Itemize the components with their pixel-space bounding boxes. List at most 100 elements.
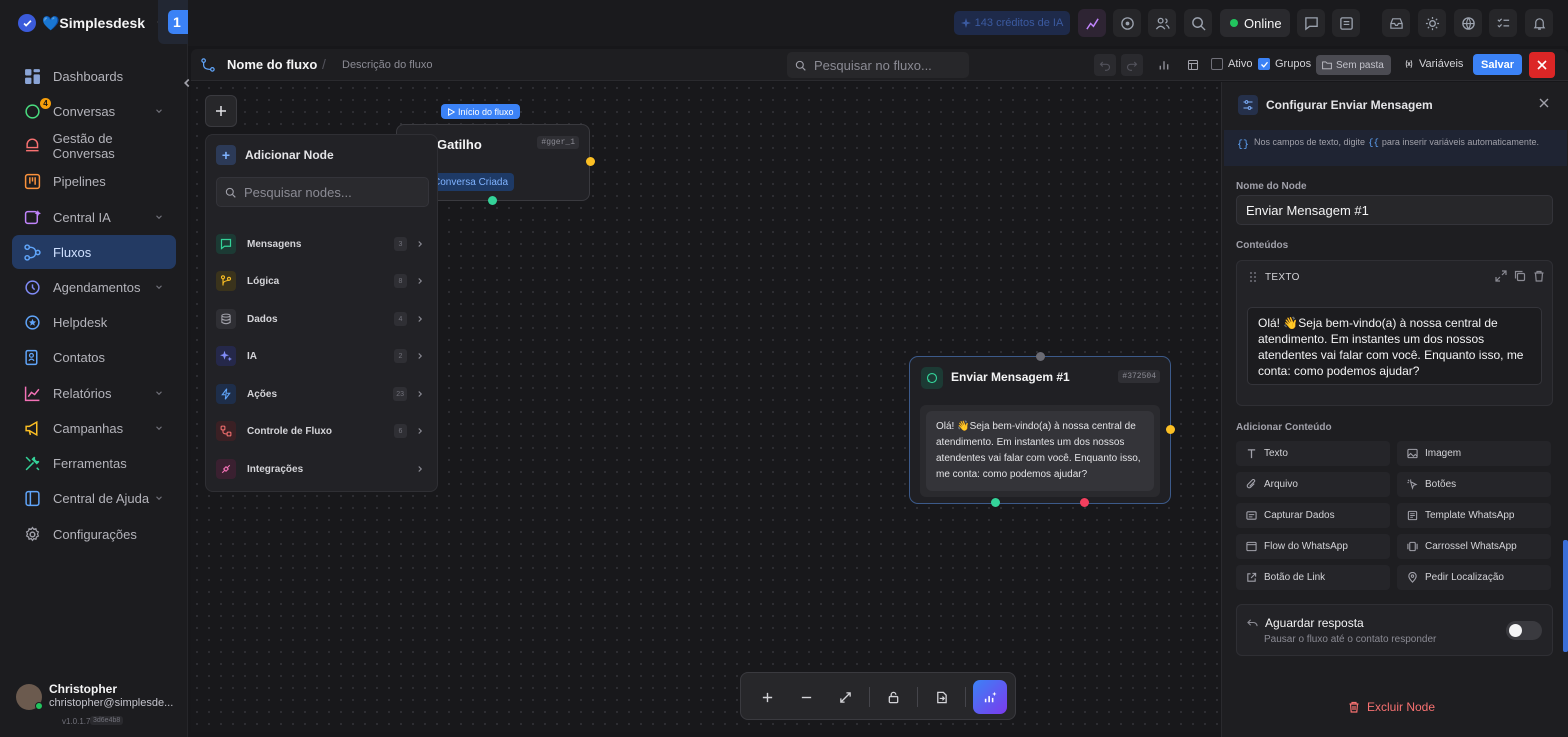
message-success-handle[interactable]	[991, 498, 1000, 507]
chevron-down-icon	[154, 423, 164, 433]
messages-button[interactable]	[1297, 9, 1325, 37]
zoom-in-button[interactable]	[753, 683, 781, 711]
add-image-button[interactable]: Imagem	[1397, 441, 1551, 466]
undo-button[interactable]	[1094, 54, 1116, 76]
close-icon[interactable]	[1538, 97, 1550, 109]
minus-icon	[800, 691, 813, 704]
variables-button[interactable]: Variáveis	[1404, 58, 1463, 70]
theme-button[interactable]	[1418, 9, 1446, 37]
add-whatsapp-template-button[interactable]: Template WhatsApp	[1397, 503, 1551, 528]
add-file-button[interactable]: Arquivo	[1236, 472, 1390, 497]
sidebar-item-pipelines[interactable]: Pipelines	[12, 164, 176, 198]
sidebar-item-configuracoes[interactable]: Configurações	[12, 517, 176, 551]
add-node-button[interactable]	[205, 95, 237, 127]
drag-handle-icon[interactable]	[1249, 271, 1257, 283]
user-profile[interactable]: Christopher christopher@simplesde... v1.…	[16, 678, 176, 728]
node-category-mensagens[interactable]: Mensagens 3	[216, 229, 429, 259]
language-button[interactable]	[1454, 9, 1482, 37]
notifications-button[interactable]	[1525, 9, 1553, 37]
tasks-button[interactable]	[1489, 9, 1517, 37]
node-category-controle-fluxo[interactable]: Controle de Fluxo 6	[216, 416, 429, 446]
add-node-menu-header: + Adicionar Node	[216, 145, 334, 165]
sidebar-item-central-ajuda[interactable]: Central de Ajuda	[12, 481, 176, 515]
ai-analytics-button[interactable]	[973, 680, 1007, 714]
message-square-icon	[1304, 16, 1319, 31]
sidebar-item-label: Gestão de Conversas	[52, 131, 115, 161]
stats-button[interactable]	[1153, 54, 1175, 76]
sidebar-item-relatorios[interactable]: Relatórios	[12, 376, 176, 410]
undo-icon	[1099, 59, 1111, 71]
sidebar-item-helpdesk[interactable]: Helpdesk	[12, 305, 176, 339]
grupos-checkbox[interactable]: Grupos	[1258, 58, 1311, 70]
add-buttons-button[interactable]: Botões	[1397, 472, 1551, 497]
lock-button[interactable]	[879, 683, 907, 711]
copy-icon[interactable]	[1514, 270, 1526, 282]
add-link-button[interactable]: Botão de Link	[1236, 565, 1390, 590]
ativo-checkbox[interactable]: Ativo	[1211, 58, 1252, 70]
collapse-sidebar-icon[interactable]	[180, 76, 194, 90]
flow-name[interactable]: Nome do fluxo	[227, 57, 317, 72]
message-error-handle[interactable]	[1080, 498, 1089, 507]
send-message-node[interactable]: Enviar Mensagem #1 #372504 Olá! 👋Seja be…	[909, 356, 1171, 504]
trash-icon	[1348, 701, 1360, 713]
sidebar-item-ferramentas[interactable]: Ferramentas	[12, 446, 176, 480]
add-location-request-button[interactable]: Pedir Localização	[1397, 565, 1551, 590]
wait-response-toggle[interactable]	[1506, 621, 1542, 640]
node-name-input[interactable]	[1236, 195, 1553, 225]
node-category-acoes[interactable]: Ações 23	[216, 379, 429, 409]
add-text-button[interactable]: Texto	[1236, 441, 1390, 466]
brand-switcher[interactable]: 💙Simplesdesk	[18, 12, 167, 34]
add-content-button-label: Capturar Dados	[1264, 510, 1335, 521]
search-button[interactable]	[1184, 9, 1212, 37]
fit-view-button[interactable]	[831, 683, 859, 711]
expand-icon[interactable]	[1495, 270, 1507, 282]
add-capture-data-button[interactable]: Capturar Dados	[1236, 503, 1390, 528]
tip-code: {{	[1368, 138, 1379, 148]
flow-description[interactable]: Descrição do fluxo	[342, 59, 433, 71]
node-category-ia[interactable]: IA 2	[216, 341, 429, 371]
delete-node-button[interactable]: Excluir Node	[1348, 700, 1435, 714]
message-output-handle[interactable]	[1166, 425, 1175, 434]
sidebar-item-gestao-conversas[interactable]: Gestão de Conversas	[12, 129, 176, 163]
category-label: Mensagens	[247, 238, 302, 250]
sidebar-item-contatos[interactable]: Contatos	[12, 340, 176, 374]
node-category-dados[interactable]: Dados 4	[216, 304, 429, 334]
folder-select[interactable]: Sem pasta	[1316, 55, 1391, 75]
sidebar-item-campanhas[interactable]: Campanhas	[12, 411, 176, 445]
zoom-out-button[interactable]	[792, 683, 820, 711]
status-label: Online	[1244, 15, 1282, 31]
message-input-handle[interactable]	[1036, 352, 1045, 361]
export-button[interactable]	[927, 683, 955, 711]
save-button[interactable]: Salvar	[1473, 54, 1522, 75]
panel-scrollbar[interactable]	[1563, 540, 1568, 652]
users-button[interactable]	[1148, 9, 1176, 37]
trash-icon[interactable]	[1533, 270, 1545, 282]
form-icon	[1246, 510, 1257, 521]
target-button[interactable]	[1113, 9, 1141, 37]
add-whatsapp-flow-button[interactable]: Flow do WhatsApp	[1236, 534, 1390, 559]
status-toggle-button[interactable]: Online	[1220, 9, 1290, 37]
inbox-button[interactable]	[1382, 9, 1410, 37]
sidebar-item-fluxos[interactable]: Fluxos	[12, 235, 176, 269]
sidebar-item-agendamentos[interactable]: Agendamentos	[12, 270, 176, 304]
sidebar-item-conversas[interactable]: 4 Conversas	[12, 94, 176, 128]
add-whatsapp-carousel-button[interactable]: Carrossel WhatsApp	[1397, 534, 1551, 559]
flow-search-input[interactable]	[814, 57, 964, 73]
trigger-output-handle[interactable]	[586, 157, 595, 166]
node-category-integracoes[interactable]: Integrações	[216, 454, 429, 484]
ai-assistant-button[interactable]	[1078, 9, 1106, 37]
category-label: Controle de Fluxo	[247, 425, 332, 437]
add-content-button-label: Flow do WhatsApp	[1264, 541, 1348, 552]
content-text-editor[interactable]: Olá! 👋Seja bem-vindo(a) à nossa central …	[1247, 307, 1542, 385]
sidebar-item-dashboards[interactable]: Dashboards	[12, 59, 176, 93]
ia-credits-badge[interactable]: 143 créditos de IA	[954, 11, 1070, 35]
node-search-input[interactable]	[244, 184, 424, 200]
calendar-button[interactable]	[1332, 9, 1360, 37]
layout-button[interactable]	[1182, 54, 1204, 76]
redo-button[interactable]	[1121, 54, 1143, 76]
trigger-bottom-handle[interactable]	[488, 196, 497, 205]
chevron-down-icon	[154, 388, 164, 398]
node-category-logica[interactable]: Lógica 8	[216, 266, 429, 296]
close-flow-button[interactable]	[1529, 52, 1555, 78]
sidebar-item-central-ia[interactable]: Central IA	[12, 200, 176, 234]
